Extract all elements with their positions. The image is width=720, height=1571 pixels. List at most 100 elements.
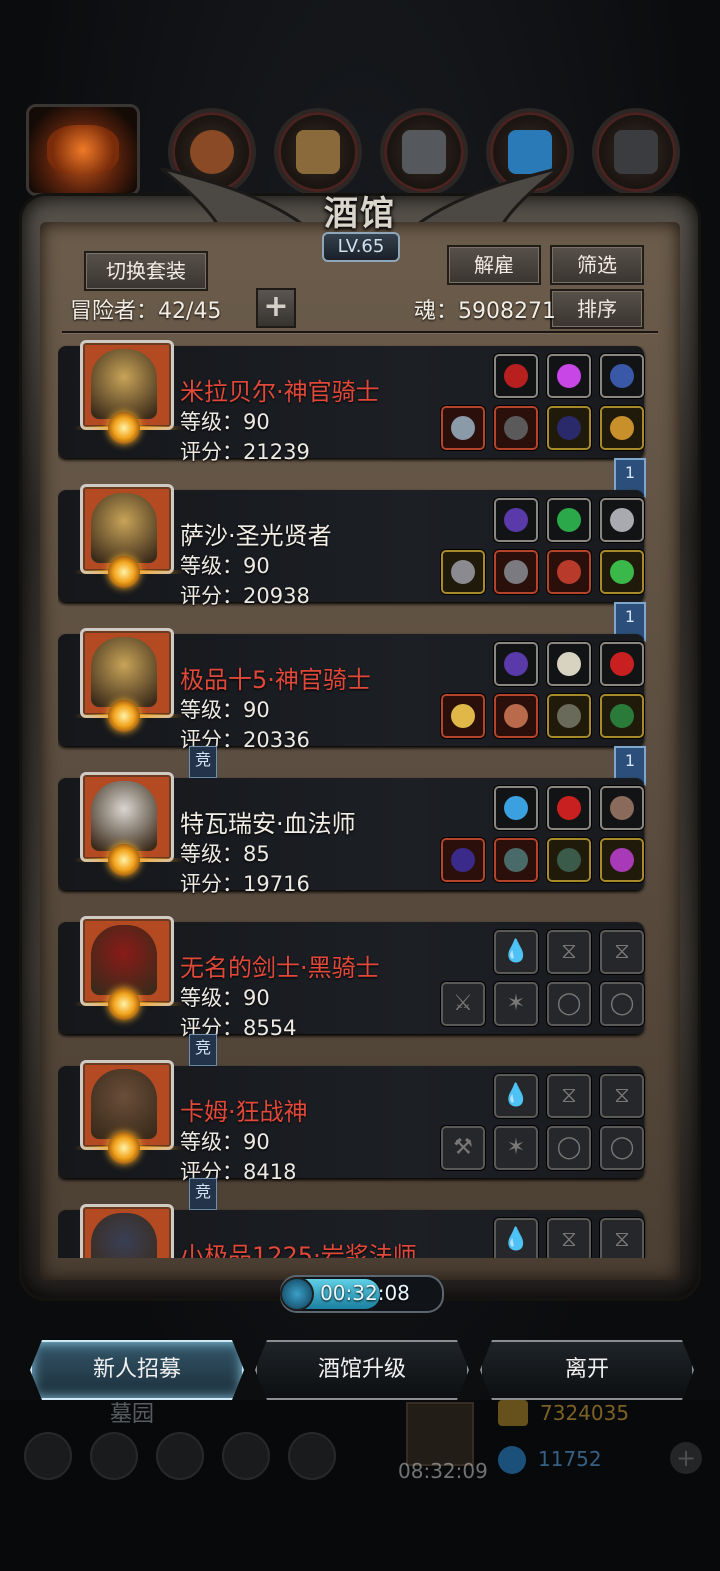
equipment-slot[interactable] bbox=[547, 550, 591, 594]
equipment-slot[interactable] bbox=[600, 694, 644, 738]
hero-face bbox=[91, 1069, 157, 1139]
equipment-slot[interactable] bbox=[547, 694, 591, 738]
equipment-icon bbox=[557, 652, 581, 676]
equipment-icon bbox=[451, 560, 475, 584]
upgrade-tavern-button[interactable]: 酒馆升级 bbox=[255, 1340, 469, 1400]
background-clock: 08:32:09 bbox=[398, 1459, 488, 1483]
hero-row[interactable]: 萨沙·圣光贤者 等级：90 评分：20938 bbox=[58, 484, 644, 608]
equipment-slot[interactable] bbox=[547, 642, 591, 686]
equipment-slot[interactable] bbox=[441, 406, 485, 450]
empty-equipment-slot[interactable]: ⚔ bbox=[441, 982, 485, 1026]
hero-list[interactable]: 米拉贝尔·神官骑士 等级：90 评分：21239 1 萨沙·圣光贤者 等级：90 评分：20… bbox=[58, 336, 662, 1258]
equipment-slot[interactable] bbox=[441, 550, 485, 594]
hero-face bbox=[91, 349, 157, 419]
slot-placeholder-icon: ⧖ bbox=[614, 1083, 630, 1108]
hero-row[interactable]: 小极品1225·岩浆法师 💧 ⧖ ⧖ bbox=[58, 1204, 644, 1258]
equipment-slot[interactable] bbox=[547, 786, 591, 830]
equipment-slot[interactable] bbox=[494, 838, 538, 882]
gold-icon bbox=[498, 1400, 528, 1426]
equipment-slot[interactable] bbox=[494, 550, 538, 594]
medal-icon bbox=[108, 844, 140, 876]
hero-name: 小极品1225·岩浆法师 bbox=[180, 1242, 417, 1258]
hero-face bbox=[91, 1213, 157, 1258]
equipment-slot[interactable] bbox=[600, 786, 644, 830]
empty-equipment-slot[interactable]: ⧖ bbox=[547, 1218, 591, 1258]
hero-score: 评分：21239 bbox=[180, 440, 310, 464]
hero-row[interactable]: 米拉贝尔·神官骑士 等级：90 评分：21239 bbox=[58, 340, 644, 464]
equipment-slot[interactable] bbox=[547, 498, 591, 542]
refresh-timer: 00:32:08 bbox=[320, 1281, 410, 1305]
empty-equipment-slot[interactable]: ⧖ bbox=[547, 1074, 591, 1118]
hero-face bbox=[91, 493, 157, 563]
equipment-slot[interactable] bbox=[441, 694, 485, 738]
hero-level: 等级：90 bbox=[180, 1130, 270, 1154]
equipment-slot[interactable] bbox=[494, 694, 538, 738]
empty-equipment-slot[interactable]: ⧖ bbox=[600, 1218, 644, 1258]
switch-outfit-button[interactable]: 切换套装 bbox=[84, 251, 208, 291]
hero-row[interactable]: 极品十5·神官骑士 等级：90 评分：20336 bbox=[58, 628, 644, 752]
equipment-slot[interactable] bbox=[494, 354, 538, 398]
equipment-slot[interactable] bbox=[494, 786, 538, 830]
medal-icon bbox=[108, 700, 140, 732]
filter-button[interactable]: 筛选 bbox=[550, 245, 644, 285]
empty-equipment-slot[interactable]: ⧖ bbox=[600, 1074, 644, 1118]
gold-amount: 7324035 bbox=[540, 1401, 630, 1425]
sort-button[interactable]: 排序 bbox=[550, 289, 644, 329]
menu-icon-3 bbox=[156, 1432, 204, 1480]
equipment-icon bbox=[557, 704, 581, 728]
empty-equipment-slot[interactable]: ◯ bbox=[600, 1126, 644, 1170]
hero-level: 等级：90 bbox=[180, 698, 270, 722]
slot-placeholder-icon: ✶ bbox=[506, 991, 526, 1016]
hero-name: 卡姆·狂战神 bbox=[180, 1098, 308, 1126]
equipment-icon bbox=[557, 796, 581, 820]
recruit-button[interactable]: 新人招募 bbox=[30, 1340, 244, 1400]
equipment-icon bbox=[610, 560, 634, 584]
slot-placeholder-icon: ⧖ bbox=[561, 1083, 577, 1108]
equipment-slot[interactable] bbox=[600, 838, 644, 882]
empty-equipment-slot[interactable]: 💧 bbox=[494, 1074, 538, 1118]
empty-equipment-slot[interactable]: ⧖ bbox=[547, 930, 591, 974]
dismiss-button[interactable]: 解雇 bbox=[447, 245, 541, 285]
equipment-icon bbox=[504, 416, 528, 440]
equipment-slot[interactable] bbox=[547, 406, 591, 450]
equipment-slot[interactable] bbox=[494, 642, 538, 686]
tab-stone[interactable] bbox=[592, 108, 680, 196]
equipment-icon bbox=[504, 364, 528, 388]
equipment-slot[interactable] bbox=[600, 550, 644, 594]
equipment-slot[interactable] bbox=[547, 838, 591, 882]
equipment-slot[interactable] bbox=[494, 406, 538, 450]
equipment-icon bbox=[610, 416, 634, 440]
equipment-icon bbox=[610, 796, 634, 820]
equipment-slot[interactable] bbox=[441, 838, 485, 882]
equipment-slot[interactable] bbox=[600, 642, 644, 686]
empty-equipment-slot[interactable]: ⚒ bbox=[441, 1126, 485, 1170]
empty-equipment-slot[interactable]: ⧖ bbox=[600, 930, 644, 974]
soul-count: 魂：5908271 bbox=[414, 299, 556, 324]
equipment-slot[interactable] bbox=[547, 354, 591, 398]
slot-placeholder-icon: 💧 bbox=[502, 1227, 530, 1252]
leave-button[interactable]: 离开 bbox=[480, 1340, 694, 1400]
hero-name: 无名的剑士·黑骑士 bbox=[180, 954, 380, 982]
empty-equipment-slot[interactable]: 💧 bbox=[494, 930, 538, 974]
empty-equipment-slot[interactable]: ✶ bbox=[494, 1126, 538, 1170]
add-adventurer-button[interactable]: + bbox=[256, 288, 296, 328]
equipment-icon bbox=[610, 364, 634, 388]
hero-row[interactable]: 特瓦瑞安·血法师 等级：85 评分：19716 bbox=[58, 772, 644, 896]
slot-placeholder-icon: 💧 bbox=[502, 939, 530, 964]
pumpkin-icon bbox=[47, 125, 119, 175]
menu-icon-4 bbox=[222, 1432, 270, 1480]
empty-equipment-slot[interactable]: ◯ bbox=[600, 982, 644, 1026]
equipment-slot[interactable] bbox=[494, 498, 538, 542]
medal-icon bbox=[108, 988, 140, 1020]
equipment-slot[interactable] bbox=[600, 406, 644, 450]
empty-equipment-slot[interactable]: ◯ bbox=[547, 982, 591, 1026]
hero-portrait[interactable] bbox=[80, 1204, 174, 1258]
empty-equipment-slot[interactable]: 💧 bbox=[494, 1218, 538, 1258]
hero-row[interactable]: 卡姆·狂战神 等级：90 评分：8418 💧 ⧖ ⧖ ⚒ ✶ ◯ ◯ bbox=[58, 1060, 644, 1184]
hero-row[interactable]: 无名的剑士·黑骑士 等级：90 评分：8554 💧 ⧖ ⧖ ⚔ ✶ ◯ ◯ bbox=[58, 916, 644, 1040]
equipment-slot[interactable] bbox=[600, 354, 644, 398]
equipment-slot[interactable] bbox=[600, 498, 644, 542]
empty-equipment-slot[interactable]: ◯ bbox=[547, 1126, 591, 1170]
gem-amount: 11752 bbox=[538, 1447, 602, 1471]
empty-equipment-slot[interactable]: ✶ bbox=[494, 982, 538, 1026]
